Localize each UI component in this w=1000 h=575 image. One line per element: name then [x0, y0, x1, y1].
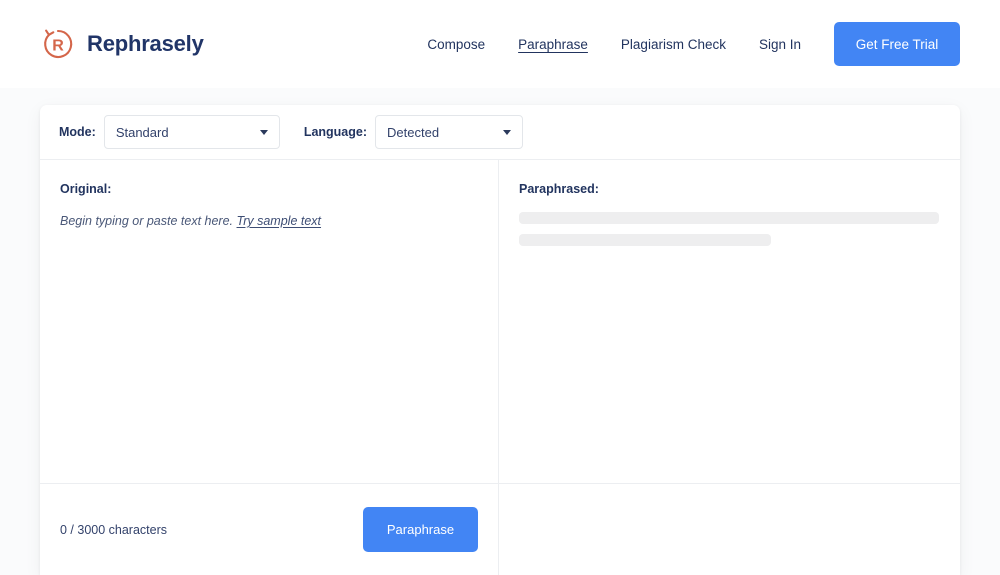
brand-logo[interactable]: R Rephrasely: [40, 26, 204, 62]
paraphrased-title: Paraphrased:: [519, 182, 940, 196]
nav-item-compose[interactable]: Compose: [427, 31, 485, 58]
language-label: Language:: [304, 125, 367, 139]
chevron-down-icon: [503, 130, 511, 135]
language-select[interactable]: Detected: [375, 115, 523, 149]
nav-item-plagiarism-check[interactable]: Plagiarism Check: [621, 31, 726, 58]
editor-panes: Original: Begin typing or paste text her…: [40, 160, 960, 483]
paraphrase-button[interactable]: Paraphrase: [363, 507, 478, 552]
original-pane: Original: Begin typing or paste text her…: [40, 160, 499, 483]
get-free-trial-button[interactable]: Get Free Trial: [834, 22, 960, 66]
tool-options-toolbar: Mode: Standard Language: Detected: [40, 105, 960, 160]
language-selected-value: Detected: [387, 125, 439, 140]
main-nav: Compose Paraphrase Plagiarism Check Sign…: [427, 22, 960, 66]
nav-item-paraphrase[interactable]: Paraphrase: [518, 31, 588, 58]
original-placeholder: Begin typing or paste text here.: [60, 214, 233, 228]
try-sample-text-link[interactable]: Try sample text: [237, 214, 322, 228]
original-title: Original:: [60, 182, 478, 196]
footer-left-section: 0 / 3000 characters Paraphrase: [40, 484, 499, 575]
paraphrase-tool-card: Mode: Standard Language: Detected Origin…: [40, 105, 960, 575]
logo-letter: R: [52, 38, 64, 55]
site-header: R Rephrasely Compose Paraphrase Plagiari…: [0, 0, 1000, 88]
nav-item-sign-in[interactable]: Sign In: [759, 31, 801, 58]
brand-name: Rephrasely: [87, 31, 204, 57]
rephrasely-circular-arrow-icon: R: [40, 26, 76, 62]
mode-selected-value: Standard: [116, 125, 169, 140]
mode-label: Mode:: [59, 125, 96, 139]
card-footer: 0 / 3000 characters Paraphrase: [40, 483, 960, 575]
footer-right-section: [499, 484, 960, 575]
skeleton-line-2: [519, 234, 771, 246]
character-counter: 0 / 3000 characters: [60, 523, 167, 537]
mode-select[interactable]: Standard: [104, 115, 280, 149]
chevron-down-icon: [260, 130, 268, 135]
original-textarea[interactable]: Begin typing or paste text here. Try sam…: [60, 212, 478, 231]
skeleton-line-1: [519, 212, 939, 224]
paraphrased-pane: Paraphrased:: [499, 160, 960, 483]
